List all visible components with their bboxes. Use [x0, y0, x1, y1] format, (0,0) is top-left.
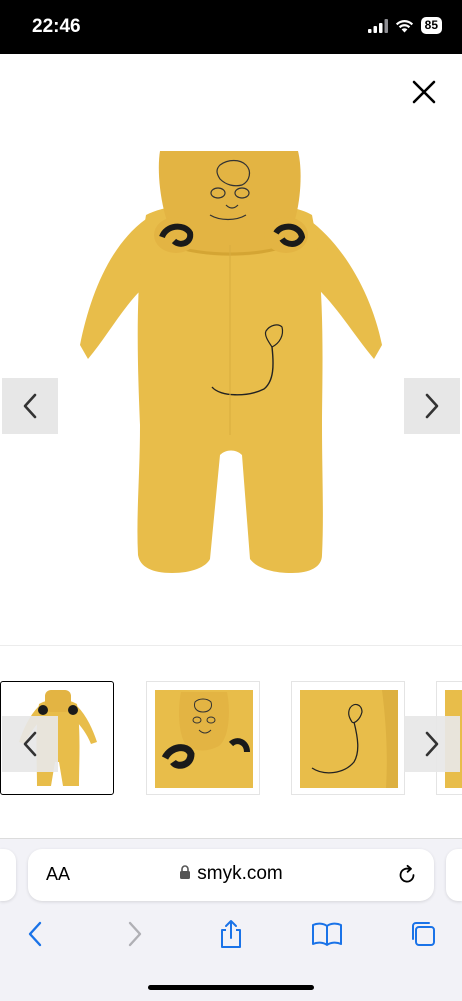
url-text: smyk.com [197, 863, 283, 884]
book-icon [312, 922, 342, 946]
bookmarks-button[interactable] [310, 917, 344, 951]
share-icon [221, 920, 241, 948]
status-icons: 85 [367, 17, 442, 34]
chevron-right-icon [425, 393, 439, 419]
tabs-icon [412, 922, 435, 946]
next-tab-preview[interactable] [446, 849, 462, 901]
lock-icon [180, 865, 191, 879]
battery-indicator: 85 [420, 17, 442, 34]
thumbnails-prev-button[interactable] [2, 716, 58, 772]
signal-icon [367, 18, 388, 33]
home-indicator[interactable] [148, 985, 314, 990]
tabs-button[interactable] [406, 917, 440, 951]
chevron-right-icon [128, 921, 142, 947]
close-button[interactable] [412, 80, 436, 104]
address-bar[interactable]: AA smyk.com [28, 849, 434, 901]
product-main-image [60, 135, 402, 585]
chevron-right-icon [425, 731, 439, 757]
gallery-next-button[interactable] [404, 378, 460, 434]
wifi-icon [395, 19, 413, 32]
share-button[interactable] [214, 917, 248, 951]
chevron-left-icon [23, 393, 37, 419]
chevron-left-icon [23, 731, 37, 757]
close-icon [412, 80, 436, 104]
browser-forward-button[interactable] [118, 917, 152, 951]
reload-icon[interactable] [396, 864, 418, 886]
status-bar: 22:46 85 [0, 0, 462, 54]
thumbnail-strip [0, 681, 462, 797]
chevron-left-icon [28, 921, 42, 947]
gallery-prev-button[interactable] [2, 378, 58, 434]
browser-bar: AA smyk.com [0, 838, 462, 1001]
thumbnails-next-button[interactable] [404, 716, 460, 772]
url-display[interactable]: smyk.com [28, 863, 434, 885]
browser-back-button[interactable] [18, 917, 52, 951]
thumbnail-3[interactable] [291, 681, 405, 795]
status-time: 22:46 [32, 16, 81, 37]
divider [0, 645, 462, 646]
thumbnail-2[interactable] [146, 681, 260, 795]
previous-tab-preview[interactable] [0, 849, 16, 901]
